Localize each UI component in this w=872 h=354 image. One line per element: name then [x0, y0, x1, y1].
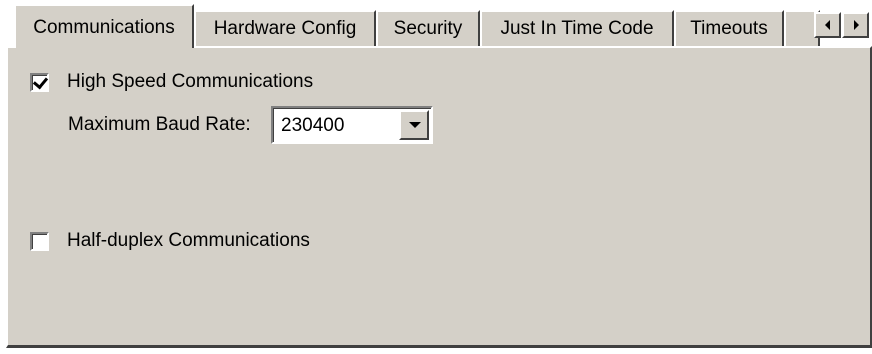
tab-strip: Communications Hardware Config Security … [0, 0, 872, 48]
tab-communications[interactable]: Communications [14, 4, 194, 48]
baud-rate-value: 230400 [281, 115, 345, 136]
arrow-left-icon [825, 20, 830, 30]
tab-just-in-time-code[interactable]: Just In Time Code [480, 10, 674, 46]
half-duplex-communications-option[interactable]: Half-duplex Communications [30, 229, 310, 253]
tab-timeouts[interactable]: Timeouts [674, 10, 784, 46]
baud-rate-select[interactable]: 230400 [271, 106, 433, 144]
tab-label: Security [393, 18, 463, 39]
tab-scroll-arrows [814, 12, 870, 38]
half-duplex-communications-checkbox[interactable] [30, 231, 49, 251]
tab-label: Hardware Config [213, 18, 357, 39]
high-speed-communications-checkbox[interactable] [30, 72, 49, 92]
tab-label: Communications [33, 17, 175, 38]
chevron-down-icon [409, 122, 421, 128]
high-speed-communications-label: High Speed Communications [67, 71, 314, 92]
tab-label: Just In Time Code [500, 18, 654, 39]
tab-security[interactable]: Security [376, 10, 480, 46]
arrow-right-icon [854, 20, 859, 30]
tab-scroll-right-button[interactable] [842, 12, 869, 38]
baud-rate-dropdown-button[interactable] [399, 110, 429, 140]
tab-label: Timeouts [690, 18, 768, 39]
properties-dialog: Communications Hardware Config Security … [0, 0, 872, 354]
high-speed-communications-option[interactable]: High Speed Communications [30, 70, 313, 94]
half-duplex-communications-label: Half-duplex Communications [67, 230, 310, 251]
tab-hardware-config[interactable]: Hardware Config [194, 10, 376, 46]
checkmark-icon [32, 73, 49, 89]
tab-scroll-left-button[interactable] [814, 12, 841, 38]
baud-rate-label: Maximum Baud Rate: [68, 114, 251, 135]
